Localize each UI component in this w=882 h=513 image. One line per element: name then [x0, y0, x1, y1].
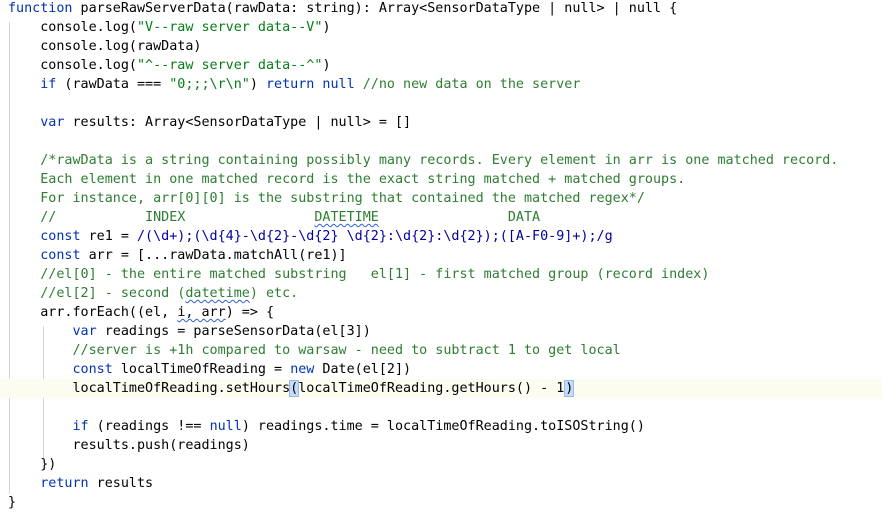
- code-token: if: [40, 77, 57, 92]
- code-token: console.log(rawData): [8, 39, 202, 54]
- code-token: const: [40, 248, 81, 263]
- code-token: INDEX: [145, 210, 186, 225]
- code-token: ): [322, 58, 331, 73]
- code-token: //no new data on the server: [362, 77, 581, 92]
- code-token: ) etc.: [249, 286, 299, 301]
- code-token: results: Array<SensorDataType | null> = …: [64, 115, 412, 130]
- code-line[interactable]: const localTimeOfReading = new Date(el[2…: [8, 360, 412, 379]
- code-line[interactable]: console.log("V--raw server data--V"): [8, 18, 331, 37]
- code-token: results: [88, 476, 154, 491]
- code-token: /(\d+);(\d{4}-\d{2}-\d{2} \d{2}:\d{2}:\d…: [137, 229, 613, 244]
- code-line[interactable]: //server is +1h compared to warsaw - nee…: [8, 341, 621, 360]
- code-token: null: [209, 419, 242, 434]
- code-token: return null: [266, 77, 355, 92]
- code-token: i, arr: [177, 305, 226, 320]
- code-token: return: [40, 476, 89, 491]
- code-token: readings = parseSensorData(el[3]): [96, 324, 371, 339]
- code-token: (readings !==: [88, 419, 210, 434]
- code-token: //: [8, 210, 146, 225]
- code-token: //el[0] - the entire matched substring e…: [8, 267, 710, 282]
- code-token: ) => {: [225, 305, 275, 320]
- code-line[interactable]: //el[2] - second (datetime) etc.: [8, 284, 298, 303]
- code-token: "0;;;\r\n": [169, 77, 250, 92]
- code-token: var: [72, 324, 97, 339]
- code-token: console.log(: [8, 58, 137, 73]
- code-token: Each element in one matched record is th…: [8, 172, 686, 187]
- code-token: localTimeOfReading.getHours() - 1: [298, 381, 565, 396]
- code-line[interactable]: }: [8, 493, 16, 512]
- code-token: localTimeOfReading =: [112, 362, 291, 377]
- code-line[interactable]: arr.forEach((el, i, arr) => {: [8, 303, 274, 322]
- code-token: For instance, arr[0][0] is the substring…: [8, 191, 645, 206]
- code-line[interactable]: }): [8, 455, 56, 474]
- code-token: re1 =: [80, 229, 137, 244]
- code-line[interactable]: //el[0] - the entire matched substring e…: [8, 265, 709, 284]
- code-token: ) readings.time = localTimeOfReading.toI…: [241, 419, 645, 434]
- code-line[interactable]: return results: [8, 474, 153, 493]
- code-line[interactable]: // INDEX DATETIME DATA: [8, 208, 540, 227]
- code-line[interactable]: const arr = [...rawData.matchAll(re1)]: [8, 246, 347, 265]
- code-token: "^--raw server data--^": [137, 58, 323, 73]
- code-line[interactable]: var readings = parseSensorData(el[3]): [8, 322, 371, 341]
- code-token: //server is +1h compared to warsaw - nee…: [8, 343, 621, 358]
- code-line[interactable]: console.log(rawData): [8, 37, 201, 56]
- code-token: function: [8, 1, 73, 16]
- code-token: var: [40, 115, 65, 130]
- code-line[interactable]: if (rawData === "0;;;\r\n") return null …: [8, 75, 580, 94]
- code-token: /*rawData is a string containing possibl…: [8, 153, 839, 168]
- code-token: const: [40, 229, 81, 244]
- code-token: parseRawServerData(rawData: string): Arr…: [72, 1, 678, 16]
- code-token: datetime: [185, 286, 250, 301]
- code-token: ): [322, 20, 331, 35]
- code-token: (rawData ===: [56, 77, 170, 92]
- code-token: console.log(: [8, 20, 137, 35]
- code-token: DATETIME: [314, 210, 379, 225]
- code-line[interactable]: /*rawData is a string containing possibl…: [8, 151, 838, 170]
- code-token: }): [8, 457, 57, 472]
- code-line[interactable]: if (readings !== null) readings.time = l…: [8, 417, 645, 436]
- code-line[interactable]: For instance, arr[0][0] is the substring…: [8, 189, 645, 208]
- code-line[interactable]: Each element in one matched record is th…: [8, 170, 685, 189]
- code-token: arr.forEach((el,: [8, 305, 178, 320]
- code-token: localTimeOfReading.setHours: [8, 381, 291, 396]
- code-token: results.push(readings): [8, 438, 250, 453]
- code-token: //el[2] - second (: [8, 286, 186, 301]
- code-token: new: [290, 362, 315, 377]
- code-editor[interactable]: function parseRawServerData(rawData: str…: [0, 0, 882, 513]
- code-line[interactable]: const re1 = /(\d+);(\d{4}-\d{2}-\d{2} \d…: [8, 227, 613, 246]
- code-token: arr = [...rawData.matchAll(re1)]: [80, 248, 347, 263]
- code-token: Date(el[2]): [314, 362, 412, 377]
- code-token: if: [72, 419, 89, 434]
- code-token: }: [8, 495, 17, 510]
- code-token: ): [249, 77, 266, 92]
- code-line[interactable]: results.push(readings): [8, 436, 250, 455]
- code-line[interactable]: var results: Array<SensorDataType | null…: [8, 113, 411, 132]
- code-token: const: [72, 362, 113, 377]
- code-token: "V--raw server data--V": [137, 20, 323, 35]
- code-line[interactable]: console.log("^--raw server data--^"): [8, 56, 331, 75]
- code-token: ): [564, 380, 575, 397]
- code-line[interactable]: function parseRawServerData(rawData: str…: [8, 0, 677, 18]
- code-token: DATA: [507, 210, 541, 225]
- code-line[interactable]: localTimeOfReading.setHours(localTimeOfR…: [0, 379, 882, 398]
